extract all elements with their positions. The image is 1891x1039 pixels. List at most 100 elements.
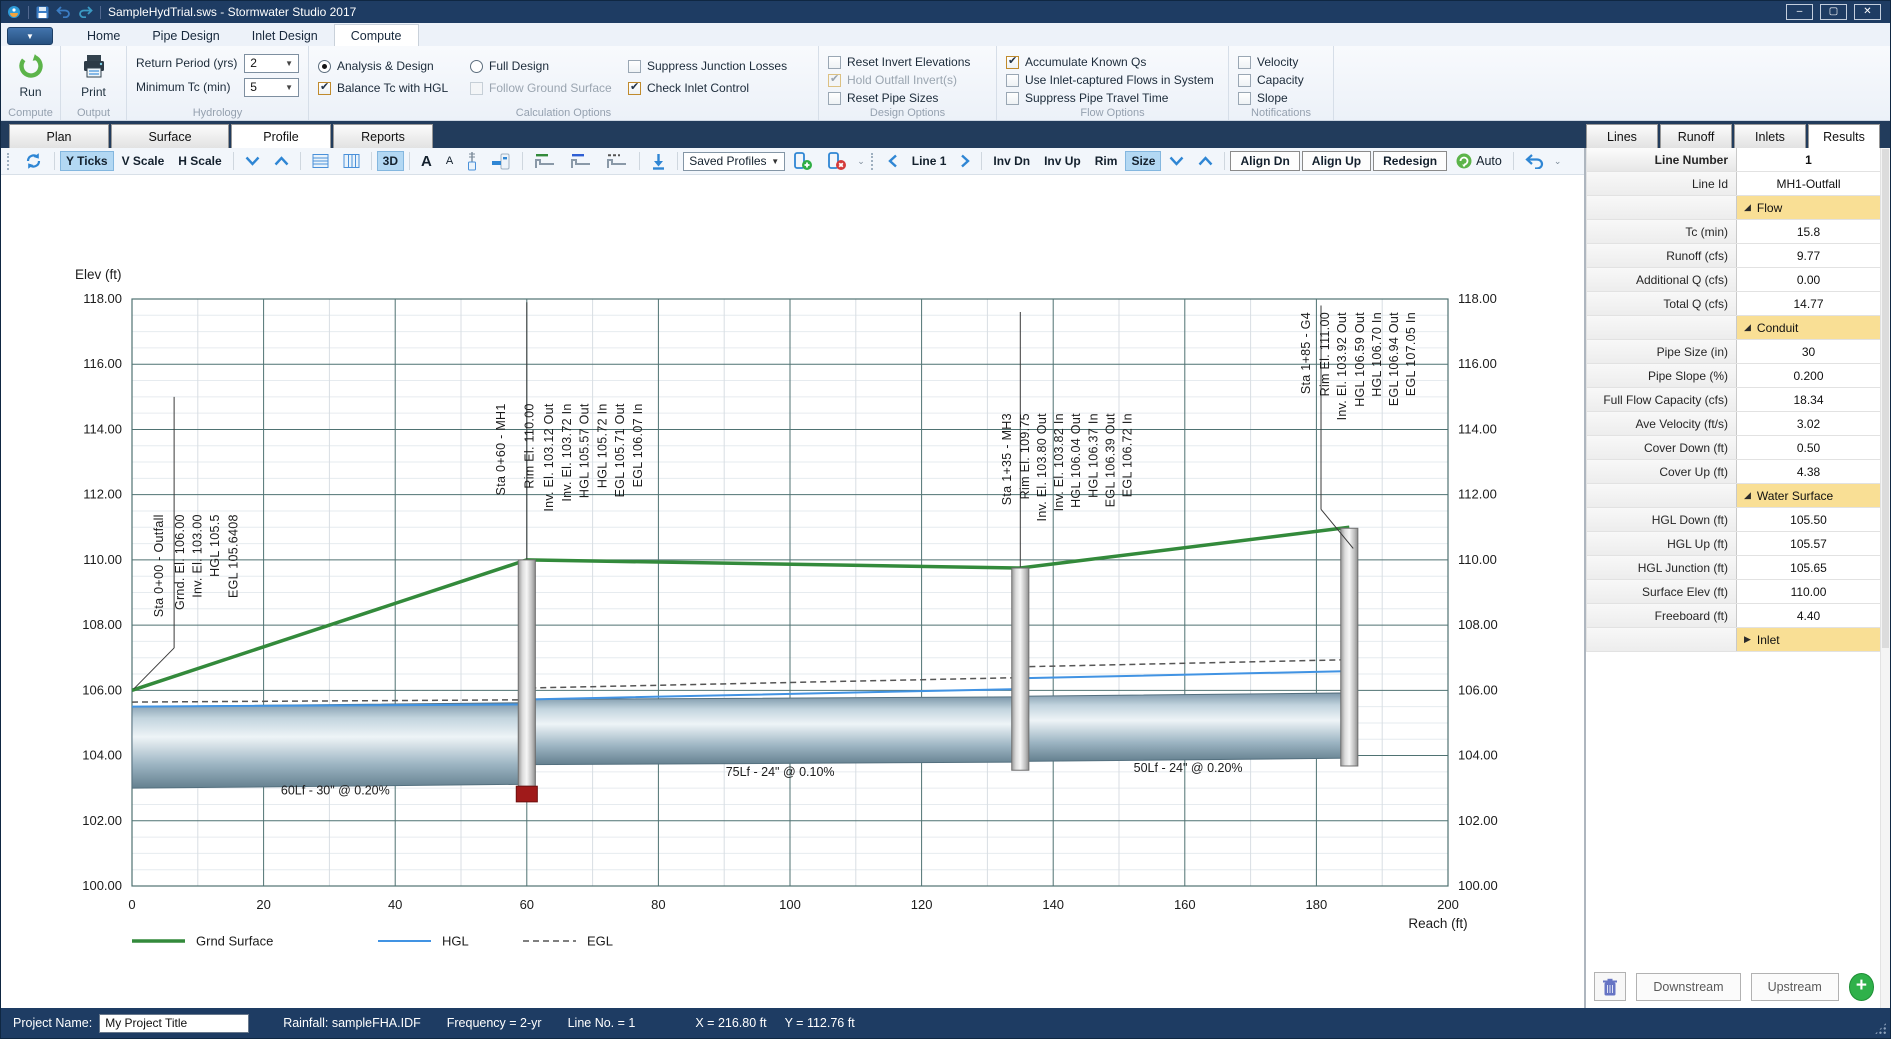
view-tab-plan[interactable]: Plan <box>9 124 109 148</box>
results-row[interactable]: Cover Up (ft)4.38 <box>1587 460 1880 484</box>
font-decrease-button[interactable]: A <box>440 152 459 170</box>
y-ticks-toggle[interactable]: Y Ticks <box>60 151 114 171</box>
collapse-icon[interactable]: ◢ <box>1744 490 1751 501</box>
pipe-segment[interactable] <box>527 697 1021 765</box>
print-button[interactable]: Print <box>70 51 117 99</box>
panel-tab-runoff[interactable]: Runoff <box>1660 124 1732 148</box>
maximize-button[interactable]: ▢ <box>1820 4 1847 20</box>
results-row[interactable]: Tc (min)15.8 <box>1587 220 1880 244</box>
show-hgl-toggle[interactable] <box>564 150 598 173</box>
checkbox-check-inlet-control[interactable]: Check Inlet Control <box>628 81 810 95</box>
checkbox-reset-invert-elevations[interactable]: Reset Invert Elevations <box>828 55 987 69</box>
resize-grip-icon[interactable] <box>1874 1022 1887 1035</box>
align-up-button[interactable]: Align Up <box>1302 151 1371 171</box>
results-row-value[interactable]: 105.65 <box>1737 556 1880 579</box>
results-group-row[interactable]: ◢Flow <box>1587 196 1880 220</box>
panel-tab-inlets[interactable]: Inlets <box>1734 124 1806 148</box>
results-row[interactable]: Cover Down (ft)0.50 <box>1587 436 1880 460</box>
run-button[interactable]: Run <box>10 51 51 99</box>
expand-icon[interactable]: ▶ <box>1744 634 1751 645</box>
results-group-row[interactable]: ◢Water Surface <box>1587 484 1880 508</box>
redo-icon[interactable] <box>78 6 93 18</box>
results-group-row[interactable]: ◢Conduit <box>1587 316 1880 340</box>
results-row-value[interactable]: 15.8 <box>1737 220 1880 243</box>
results-row[interactable]: Freeboard (ft)4.40 <box>1587 604 1880 628</box>
results-row-value[interactable]: 3.02 <box>1737 412 1880 435</box>
results-row[interactable]: Surface Elev (ft)110.00 <box>1587 580 1880 604</box>
results-row[interactable]: Ave Velocity (ft/s)3.02 <box>1587 412 1880 436</box>
checkbox-slope[interactable]: Slope <box>1238 91 1324 105</box>
show-ground-toggle[interactable] <box>528 150 562 173</box>
undo-icon[interactable] <box>56 6 71 18</box>
toolbar-grip[interactable] <box>7 153 12 170</box>
h-scale-button[interactable]: H Scale <box>172 151 227 171</box>
panel-tab-results[interactable]: Results <box>1808 124 1880 148</box>
view-tab-profile[interactable]: Profile <box>231 124 331 148</box>
results-row-value[interactable]: 30 <box>1737 340 1880 363</box>
results-group-row[interactable]: ▶Inlet <box>1587 628 1880 652</box>
results-row[interactable]: Additional Q (cfs)0.00 <box>1587 268 1880 292</box>
redesign-button[interactable]: Redesign <box>1373 151 1447 171</box>
results-row-value[interactable]: 105.57 <box>1737 532 1880 555</box>
results-row[interactable]: Total Q (cfs)14.77 <box>1587 292 1880 316</box>
results-row-value[interactable]: 0.00 <box>1737 268 1880 291</box>
pipe-segment[interactable] <box>1020 693 1349 761</box>
inv-dn-button[interactable]: Inv Dn <box>987 151 1036 171</box>
vertical-grid-toggle[interactable] <box>337 150 366 172</box>
structure-g4[interactable] <box>1341 528 1358 766</box>
close-button[interactable]: ✕ <box>1854 4 1881 20</box>
auto-redesign-toggle[interactable]: Auto <box>1449 149 1508 173</box>
add-profile-button[interactable] <box>787 148 819 174</box>
results-row-value[interactable]: 4.40 <box>1737 604 1880 627</box>
results-row[interactable]: HGL Down (ft)105.50 <box>1587 508 1880 532</box>
collapse-icon[interactable]: ◢ <box>1744 202 1751 213</box>
results-row[interactable]: Runoff (cfs)9.77 <box>1587 244 1880 268</box>
pipe-label-button[interactable] <box>485 150 517 173</box>
scrollbar-thumb[interactable] <box>1882 149 1889 648</box>
upstream-button[interactable]: Upstream <box>1751 973 1839 1001</box>
inv-up-button[interactable]: Inv Up <box>1038 151 1087 171</box>
save-icon[interactable] <box>36 6 49 19</box>
v-scale-button[interactable]: V Scale <box>116 151 171 171</box>
checkbox-suppress-pipe-travel-time[interactable]: Suppress Pipe Travel Time <box>1006 91 1219 105</box>
nudge-down-button[interactable] <box>1163 153 1190 169</box>
collapse-icon[interactable]: ◢ <box>1744 322 1751 333</box>
delete-profile-button[interactable] <box>821 148 853 174</box>
overflow-chevron-icon[interactable]: ⌄ <box>855 156 867 167</box>
size-toggle[interactable]: Size <box>1125 151 1161 171</box>
delete-line-button[interactable] <box>1594 972 1626 1001</box>
elevation-marker-button[interactable] <box>461 149 483 174</box>
results-scrollbar[interactable] <box>1880 148 1890 1008</box>
results-row[interactable]: Pipe Slope (%)0.200 <box>1587 364 1880 388</box>
checkbox-accumulate-known-qs[interactable]: Accumulate Known Qs <box>1006 55 1219 69</box>
checkbox-velocity[interactable]: Velocity <box>1238 55 1324 69</box>
tab-pipe-design[interactable]: Pipe Design <box>136 25 235 46</box>
tab-compute[interactable]: Compute <box>334 24 419 47</box>
panel-tab-lines[interactable]: Lines <box>1586 124 1658 148</box>
rim-button[interactable]: Rim <box>1089 151 1124 171</box>
structure-mh1[interactable] <box>518 560 535 786</box>
structure-mh3[interactable] <box>1012 568 1029 770</box>
view-tab-reports[interactable]: Reports <box>333 124 433 148</box>
radio-analysis-design[interactable]: Analysis & Design <box>318 59 470 73</box>
horizontal-grid-toggle[interactable] <box>306 150 335 172</box>
checkbox-suppress-junction-losses[interactable]: Suppress Junction Losses <box>628 59 810 73</box>
undo-change-button[interactable] <box>1519 151 1550 172</box>
minimum-tc-select[interactable]: 5▼ <box>244 78 299 97</box>
app-icon[interactable] <box>7 5 21 19</box>
tab-home[interactable]: Home <box>71 25 136 46</box>
checkbox-balance-tc-with-hgl[interactable]: Balance Tc with HGL <box>318 81 470 95</box>
downstream-button[interactable]: Downstream <box>1636 973 1740 1001</box>
app-menu-button[interactable]: ▼ <box>7 27 53 45</box>
nudge-up-button[interactable] <box>1192 153 1219 169</box>
results-row-value[interactable]: 18.34 <box>1737 388 1880 411</box>
checkbox-reset-pipe-sizes[interactable]: Reset Pipe Sizes <box>828 91 987 105</box>
results-row-value[interactable]: 0.50 <box>1737 436 1880 459</box>
minimize-button[interactable]: – <box>1786 4 1813 20</box>
results-row-value[interactable]: MH1-Outfall <box>1737 172 1880 195</box>
toolbar-grip[interactable] <box>871 153 876 170</box>
next-line-button[interactable] <box>954 151 976 171</box>
results-row[interactable]: Line Number1 <box>1587 148 1880 172</box>
tab-inlet-design[interactable]: Inlet Design <box>236 25 334 46</box>
checkbox-use-inlet-captured-flows[interactable]: Use Inlet-captured Flows in System <box>1006 73 1219 87</box>
